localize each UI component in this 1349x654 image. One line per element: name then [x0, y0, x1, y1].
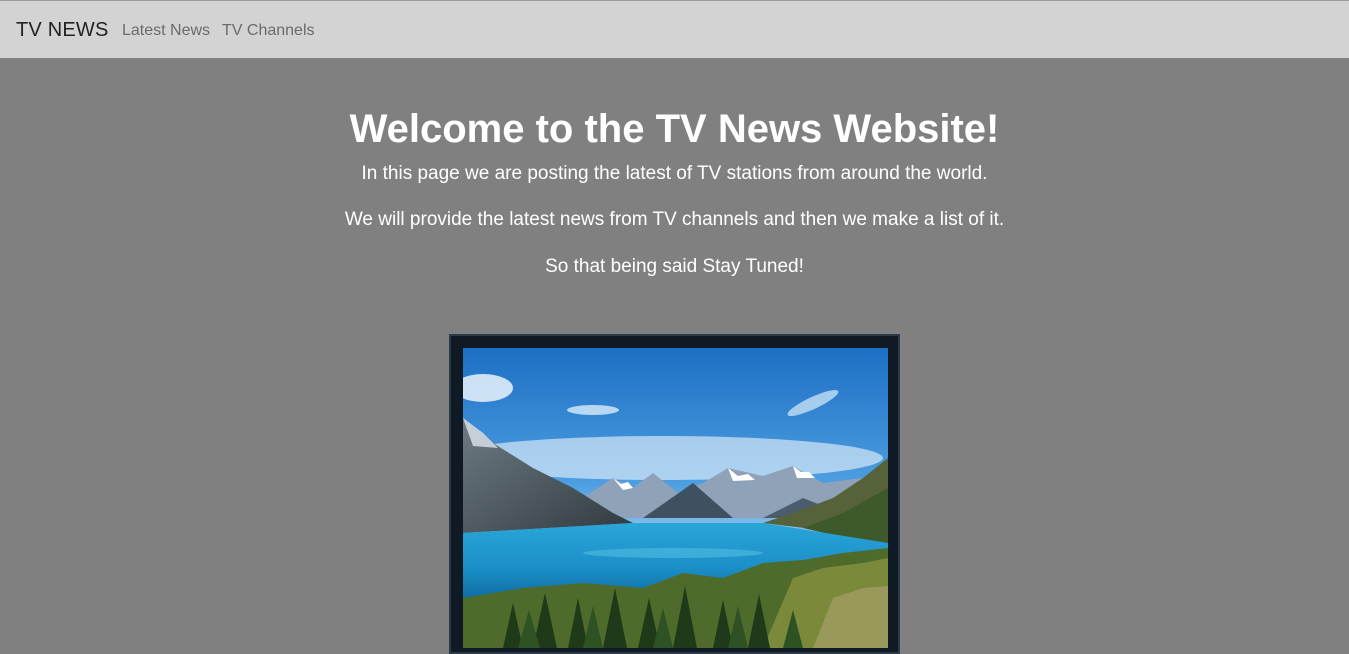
- nav-link-tv-channels[interactable]: TV Channels: [222, 22, 315, 40]
- navbar: TV NEWS Latest News TV Channels: [0, 1, 1349, 58]
- brand-link[interactable]: TV NEWS: [16, 19, 109, 42]
- tv-image: [449, 334, 900, 654]
- tv-screen: [463, 348, 888, 648]
- intro-paragraph-1: In this page we are posting the latest o…: [361, 163, 988, 184]
- main-content: Welcome to the TV News Website! In this …: [0, 58, 1349, 654]
- intro-paragraph-2: We will provide the latest news from TV …: [344, 209, 1005, 230]
- page-title: Welcome to the TV News Website!: [349, 107, 1000, 151]
- landscape-image: [463, 348, 888, 648]
- nav-link-latest-news[interactable]: Latest News: [122, 22, 210, 40]
- intro-paragraph-3: So that being said Stay Tuned!: [545, 256, 804, 277]
